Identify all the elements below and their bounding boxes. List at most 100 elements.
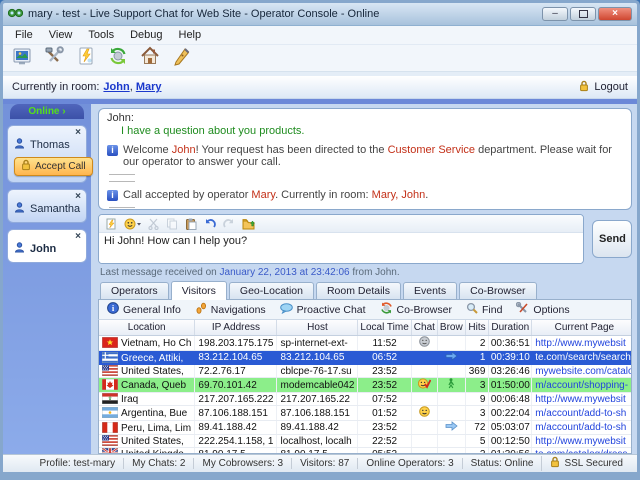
menu-file[interactable]: File xyxy=(7,28,41,42)
column-header-ip-address[interactable]: IP Address xyxy=(194,320,278,336)
cell-local-time: 11:52 xyxy=(357,335,412,351)
logout-button[interactable]: Logout xyxy=(579,80,628,95)
visitor-sidebar: Online › × Thomas Accept Call × Samantha × Joh… xyxy=(3,104,93,454)
last-message-date: January 22, 2013 at 23:42:06 xyxy=(219,267,350,278)
cell-cobrowse-status xyxy=(437,420,466,435)
emoticons-icon[interactable] xyxy=(124,218,141,230)
room-user-link[interactable]: Mary xyxy=(136,81,162,93)
menu-debug[interactable]: Debug xyxy=(122,28,170,42)
maximize-button[interactable] xyxy=(570,7,596,21)
table-row[interactable]: Peru, Lima, Lim 89.41.188.42 89.41.188.42 2… xyxy=(99,420,631,435)
column-header-brow[interactable]: Brow xyxy=(437,320,466,336)
minimize-button[interactable]: – xyxy=(542,7,568,21)
cell-duration: 00:22:04 xyxy=(488,405,533,421)
tab-co-browser[interactable]: Co-Browser xyxy=(459,282,537,300)
column-header-hits[interactable]: Hits xyxy=(465,320,490,336)
visitor-card[interactable]: × Thomas Accept Call xyxy=(7,125,93,183)
tab-events[interactable]: Events xyxy=(403,282,458,300)
cell-local-time: 23:52 xyxy=(357,364,412,378)
info-icon: i xyxy=(107,190,118,201)
toolbar-proactive-page-icon[interactable] xyxy=(73,46,99,70)
message-part: . xyxy=(425,189,429,201)
cell-location: ۩ Iraq xyxy=(99,392,196,406)
redo-icon[interactable] xyxy=(223,218,235,230)
composer-box xyxy=(98,214,584,264)
tab-visitors[interactable]: Visitors xyxy=(170,281,227,300)
tab-operators[interactable]: Operators xyxy=(100,282,169,300)
copy-icon[interactable] xyxy=(166,218,178,230)
tab-room-details[interactable]: Room Details xyxy=(315,282,401,300)
table-row[interactable]: United States, 72.2.76.17 cblcpe-76-17.su 2… xyxy=(99,364,631,378)
menu-tools[interactable]: Tools xyxy=(80,28,122,42)
cell-hits: 369 xyxy=(465,364,490,378)
table-row[interactable]: Canada, Queb 69.70.101.42 modemcable042 23:… xyxy=(99,377,631,393)
message-part: Mary xyxy=(251,189,276,201)
toolbar-button-label: Navigations xyxy=(210,303,266,316)
column-header-chat[interactable]: Chat xyxy=(411,320,438,336)
chat-history[interactable]: John: I have a question about you product… xyxy=(98,108,632,210)
toolbar-tools-icon[interactable] xyxy=(41,45,67,70)
column-header-host[interactable]: Host xyxy=(276,320,359,336)
toolbar-refresh-icon[interactable] xyxy=(105,46,131,70)
table-row[interactable]: Vietnam, Ho Ch 198.203.175.175 sp-internet… xyxy=(99,335,631,351)
cell-local-time: 23:52 xyxy=(357,377,412,393)
table-row[interactable]: Argentina, Bue 87.106.188.151 87.106.188.1… xyxy=(99,405,631,421)
paste-icon[interactable] xyxy=(185,218,197,230)
table-row[interactable]: United States, 222.254.1.158, 1 localhost,… xyxy=(99,434,631,448)
toolbar-visitors-monitor-icon[interactable] xyxy=(9,46,35,70)
visitors-table-wrap: Location IP Address Host Local Time Chat Brow… xyxy=(98,320,632,454)
composer-toolbar xyxy=(99,215,583,233)
status-ssl: SSL Secured xyxy=(541,456,631,471)
close-icon[interactable]: × xyxy=(75,191,81,202)
visitor-name-label: Thomas xyxy=(30,139,70,151)
accept-call-button[interactable]: Accept Call xyxy=(14,157,93,176)
close-icon[interactable]: × xyxy=(75,231,81,242)
toolbar-options[interactable]: Options xyxy=(516,302,570,317)
message-part: Call accepted by operator xyxy=(123,189,252,201)
visitor-card-name: Thomas xyxy=(14,138,82,152)
room-user-link[interactable]: John xyxy=(103,81,129,93)
cell-chat-status xyxy=(411,350,438,365)
toolbar-button-label: Find xyxy=(481,303,503,316)
toolbar-co-browser[interactable]: Co-Browser xyxy=(380,302,452,317)
column-header-local-time[interactable]: Local Time xyxy=(357,320,412,336)
status-tab-online[interactable]: Online › xyxy=(10,104,84,119)
cell-chat-status xyxy=(411,377,438,393)
push-page-icon[interactable] xyxy=(105,218,117,230)
send-file-icon[interactable] xyxy=(242,218,255,230)
toolbar-proactive-chat[interactable]: Proactive Chat xyxy=(279,302,366,317)
cut-icon[interactable] xyxy=(148,218,159,230)
cell-duration: 03:26:46 xyxy=(488,364,533,378)
system-message-text: Call accepted by operator Mary. Currentl… xyxy=(123,189,428,201)
undo-icon[interactable] xyxy=(204,218,216,230)
tab-geo-location[interactable]: Geo-Location xyxy=(228,282,314,300)
options-icon xyxy=(516,302,529,317)
toolbar-find[interactable]: Find xyxy=(466,302,502,317)
visitor-card[interactable]: × John xyxy=(7,229,87,263)
toolbar-sign-pen-icon[interactable] xyxy=(169,46,195,70)
menu-view[interactable]: View xyxy=(41,28,81,42)
cell-chat-status xyxy=(411,364,438,378)
column-header-current-page[interactable]: Current Page xyxy=(531,320,631,336)
titlebar[interactable]: mary - test - Live Support Chat for Web … xyxy=(3,3,637,26)
send-button[interactable]: Send xyxy=(592,220,632,258)
close-button[interactable]: × xyxy=(598,7,632,21)
cell-current-page: http://www.mywebsit xyxy=(531,392,631,406)
close-icon[interactable]: × xyxy=(75,127,81,138)
cell-location: Vietnam, Ho Ch xyxy=(99,335,196,351)
cell-ip: 89.41.188.42 xyxy=(194,420,278,435)
column-header-location[interactable]: Location xyxy=(99,320,196,336)
toolbar-navigations[interactable]: Navigations xyxy=(195,302,266,317)
table-row[interactable]: Greece, Attiki, 83.212.104.65 83.212.104.6… xyxy=(99,350,631,365)
visitor-card[interactable]: × Samantha xyxy=(7,189,87,223)
cell-chat-status xyxy=(411,335,438,351)
co-browser-icon xyxy=(380,302,393,317)
message-input[interactable] xyxy=(99,233,583,263)
toolbar-general-info[interactable]: i General Info xyxy=(107,302,181,317)
message-part: ! Your request has been directed to the xyxy=(195,144,388,156)
toolbar-home-icon[interactable] xyxy=(137,46,163,70)
menu-help[interactable]: Help xyxy=(171,28,210,42)
status-item: Status: Online xyxy=(461,458,542,469)
table-row[interactable]: ۩ Iraq 217.207.165.222 217.207.165.22 07:52 9… xyxy=(99,392,631,406)
column-header-duration[interactable]: Duration xyxy=(488,320,533,336)
